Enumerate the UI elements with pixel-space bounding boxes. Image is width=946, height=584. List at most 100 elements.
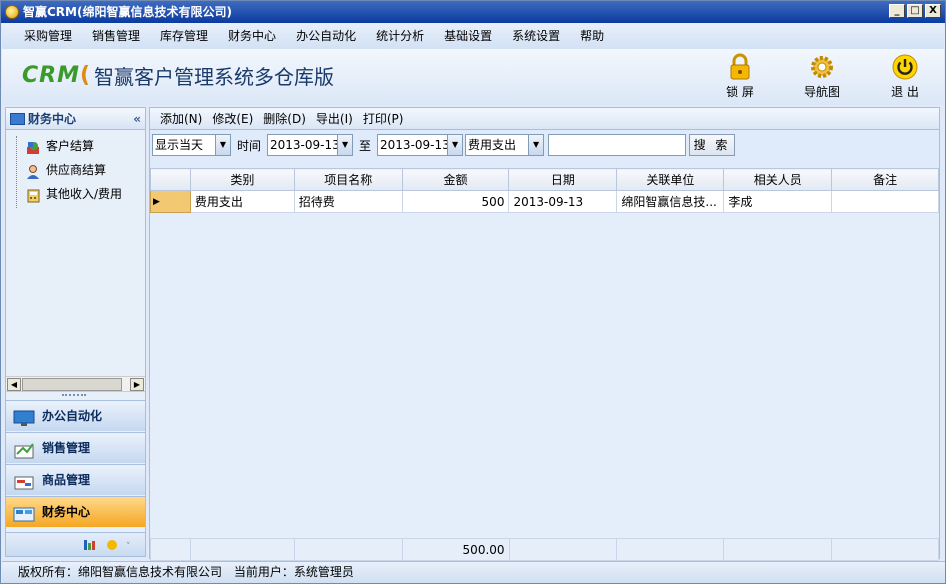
date-from-picker[interactable]: 2013-09-13 ▼ (267, 134, 354, 156)
logo-product-name: 智赢客户管理系统多仓库版 (94, 65, 335, 89)
cell-item[interactable]: 招待费 (293, 190, 403, 213)
grid-table: 类别 项目名称 金额 日期 关联单位 相关人员 备注 ▶ 费用支出 招待费 50… (150, 168, 939, 213)
date-from-value: 2013-09-13 (270, 138, 340, 152)
nav-label: 商品管理 (42, 473, 91, 487)
app-icon (5, 5, 19, 19)
minimize-button[interactable]: _ (889, 4, 905, 18)
to-label: 至 (359, 138, 372, 153)
summary-cell (831, 538, 939, 561)
sidebar-item-label: 供应商结算 (46, 163, 107, 177)
svg-text:˅: ˅ (126, 542, 131, 552)
monitor-icon (13, 408, 35, 426)
maximize-button[interactable]: □ (907, 4, 923, 18)
summary-cell (293, 538, 403, 561)
search-input[interactable] (548, 134, 687, 156)
scrollbar-thumb[interactable] (22, 378, 122, 391)
navigation-map-button[interactable]: 导航图 (792, 53, 852, 103)
summary-cell (723, 538, 833, 561)
window-title: 智赢CRM(绵阳智赢信息技术有限公司) (23, 5, 232, 19)
cell-amount[interactable]: 500 (401, 190, 510, 213)
logo: CRM ( 智赢客户管理系统多仓库版 (22, 61, 334, 90)
sales-icon (13, 440, 35, 459)
finance-icon (10, 113, 25, 125)
filter-bar: 显示当天 ▼ 时间 2013-09-13 ▼ 至 2013-09-13 ▼ 费用… (150, 130, 939, 160)
row-indicator-header (150, 168, 191, 191)
sidebar-title: 财务中心 (28, 112, 77, 126)
nav-office-automation[interactable]: 办公自动化 (6, 400, 145, 431)
menu-finance[interactable]: 财务中心 (218, 23, 286, 49)
date-to-picker[interactable]: 2013-09-13 ▼ (377, 134, 464, 156)
sidebar-horizontal-scrollbar[interactable]: ◀ ▶ (6, 376, 145, 392)
column-header-item[interactable]: 项目名称 (293, 168, 403, 191)
logo-swoosh-icon: ( (79, 63, 91, 88)
menu-office-automation[interactable]: 办公自动化 (286, 23, 366, 49)
search-button[interactable]: 搜 索 (689, 134, 736, 156)
sidebar-item-label: 其他收入/费用 (46, 187, 123, 201)
navigation-map-label: 导航图 (803, 85, 840, 99)
column-header-amount[interactable]: 金额 (401, 168, 510, 191)
cell-note[interactable] (831, 190, 939, 213)
chevron-down-icon[interactable]: ▼ (528, 135, 544, 155)
chevron-down-icon[interactable]: ▼ (337, 135, 353, 155)
sidebar-item-supplier-settlement[interactable]: 供应商结算 (6, 158, 145, 182)
column-header-person[interactable]: 相关人员 (723, 168, 833, 191)
nav-label: 财务中心 (42, 505, 91, 519)
exit-button[interactable]: 退 出 (875, 53, 935, 103)
delete-button[interactable]: 删除(D) (259, 108, 312, 130)
summary-row: 500.00 (150, 538, 939, 561)
column-header-date[interactable]: 日期 (508, 168, 618, 191)
menu-purchase[interactable]: 采购管理 (14, 23, 82, 49)
logo-crm-text: CRM (22, 63, 80, 88)
cell-date[interactable]: 2013-09-13 (508, 190, 618, 213)
sidebar-options-icon[interactable]: ˅ (84, 538, 134, 552)
sidebar-item-label: 客户结算 (46, 139, 95, 153)
current-row-indicator-icon: ▶ (150, 190, 191, 213)
chevron-down-icon[interactable]: ▼ (447, 135, 463, 155)
title-bar: 智赢CRM(绵阳智赢信息技术有限公司) _ □ X (1, 1, 945, 23)
close-button[interactable]: X (925, 4, 941, 18)
current-user-text: 当前用户：系统管理员 (233, 565, 354, 579)
banner: CRM ( 智赢客户管理系统多仓库版 锁 屏 导航图 退 出 (2, 49, 944, 105)
menu-statistics[interactable]: 统计分析 (366, 23, 434, 49)
menu-basic-settings[interactable]: 基础设置 (434, 23, 502, 49)
column-header-note[interactable]: 备注 (831, 168, 939, 191)
type-select-value: 费用支出 (468, 138, 517, 152)
grid-header-row: 类别 项目名称 金额 日期 关联单位 相关人员 备注 (150, 168, 939, 191)
summary-total-amount: 500.00 (401, 538, 510, 561)
menu-inventory[interactable]: 库存管理 (150, 23, 218, 49)
copyright-text: 版权所有：绵阳智赢信息技术有限公司 (18, 565, 223, 579)
type-select[interactable]: 费用支出 ▼ (465, 134, 545, 156)
sidebar-item-customer-settlement[interactable]: 客户结算 (6, 134, 145, 158)
period-select[interactable]: 显示当天 ▼ (152, 134, 231, 156)
menu-help[interactable]: 帮助 (570, 23, 614, 49)
menu-system-settings[interactable]: 系统设置 (502, 23, 570, 49)
scroll-left-arrow-icon[interactable]: ◀ (7, 378, 21, 391)
print-button[interactable]: 打印(P) (359, 108, 410, 130)
nav-sales[interactable]: 销售管理 (6, 432, 145, 463)
edit-button[interactable]: 修改(E) (208, 108, 259, 130)
sidebar-item-other-income[interactable]: 其他收入/费用 (6, 182, 145, 206)
cell-unit[interactable]: 绵阳智赢信息技... (616, 190, 725, 213)
nav-goods[interactable]: 商品管理 (6, 464, 145, 495)
lock-screen-button[interactable]: 锁 屏 (710, 53, 770, 103)
scroll-right-arrow-icon[interactable]: ▶ (130, 378, 144, 391)
column-header-unit[interactable]: 关联单位 (616, 168, 725, 191)
summary-cell (150, 538, 191, 561)
nav-label: 销售管理 (42, 441, 91, 455)
table-row[interactable]: ▶ 费用支出 招待费 500 2013-09-13 绵阳智赢信息技... 李成 (150, 190, 939, 213)
sidebar-tree: 客户结算 供应商结算 其他收入/费用 (6, 130, 145, 208)
chevron-down-icon[interactable]: ▼ (215, 135, 230, 155)
sidebar-footer: ˅ (6, 532, 145, 556)
cell-person[interactable]: 李成 (723, 190, 833, 213)
menu-sales[interactable]: 销售管理 (82, 23, 150, 49)
nav-finance[interactable]: 财务中心 (6, 496, 145, 527)
power-icon (890, 53, 920, 81)
panel-splitter[interactable] (62, 394, 86, 397)
cell-category[interactable]: 费用支出 (189, 190, 295, 213)
customer-settlement-icon (26, 139, 41, 154)
summary-cell (189, 538, 295, 561)
add-button[interactable]: 添加(N) (156, 108, 208, 130)
column-header-category[interactable]: 类别 (189, 168, 295, 191)
collapse-sidebar-button[interactable]: « (133, 108, 141, 130)
export-button[interactable]: 导出(I) (312, 108, 359, 130)
